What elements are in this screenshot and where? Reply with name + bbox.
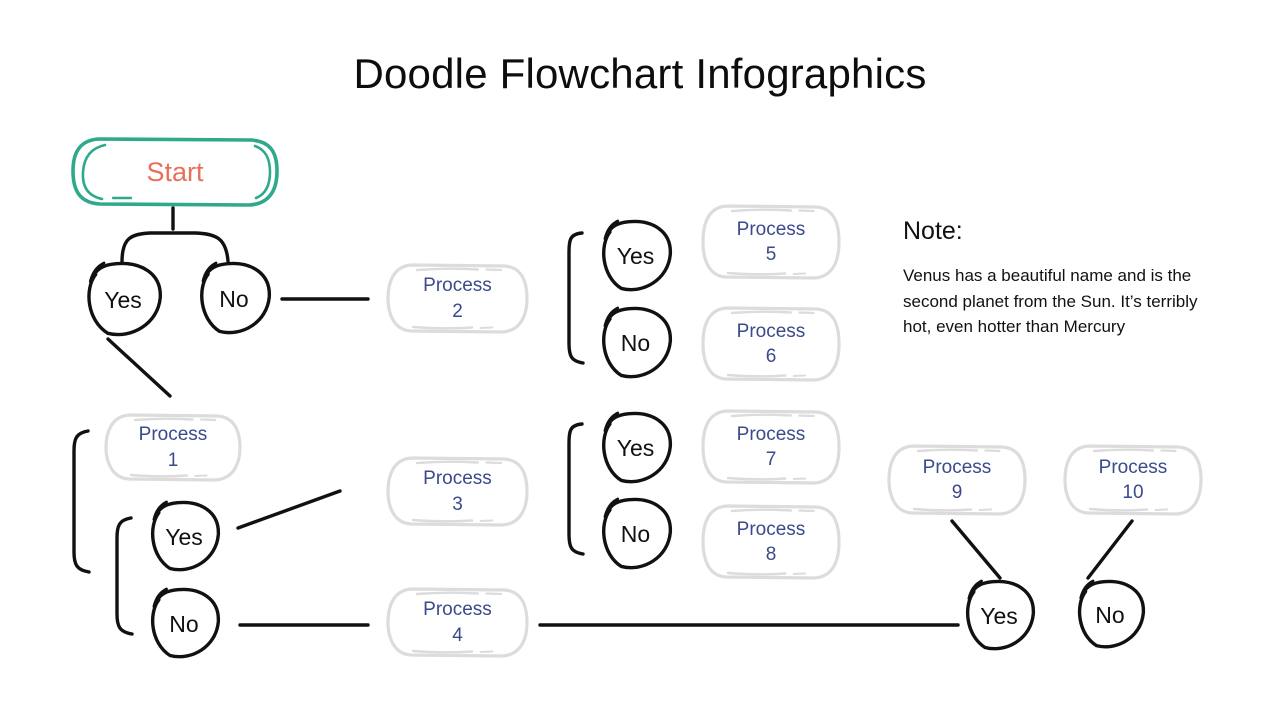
decision-node-d-p78-yes[interactable]: Yes	[597, 410, 674, 487]
decision-node-d-p78-no[interactable]: No	[597, 496, 674, 573]
bracket-p78	[567, 422, 585, 556]
process-label: Process 10	[1098, 456, 1168, 503]
decision-node-d-top-yes[interactable]: Yes	[82, 260, 164, 340]
decision-node-d-top-no[interactable]: No	[195, 260, 273, 338]
decision-label: No	[1095, 601, 1125, 628]
connector-midyes-to-p3	[236, 489, 342, 530]
flowchart-canvas: Doodle Flowchart Infographics Start Note…	[0, 0, 1280, 720]
note-body: Venus has a beautiful name and is the se…	[903, 266, 1198, 336]
start-label: Start	[146, 156, 204, 187]
decision-node-d-p56-yes[interactable]: Yes	[597, 218, 674, 295]
decision-label: No	[219, 285, 249, 312]
process-label: Process 3	[423, 468, 492, 515]
process-label: Process 4	[423, 599, 492, 646]
decision-label: Yes	[980, 602, 1018, 629]
connector-p10-to-botno	[1086, 519, 1134, 580]
note-heading: Note:	[903, 217, 963, 245]
decision-label: No	[169, 610, 199, 637]
process-node-p4[interactable]: Process 4	[385, 586, 530, 659]
decision-node-d-mid-yes[interactable]: Yes	[146, 499, 222, 575]
process-node-p3[interactable]: Process 3	[385, 455, 530, 528]
decision-label: Yes	[616, 435, 655, 461]
process-label: Process 2	[423, 275, 492, 322]
process-node-p8[interactable]: Process 8	[700, 503, 842, 581]
connector-top-split	[120, 231, 230, 264]
process-label: Process 1	[138, 424, 208, 471]
decision-label: No	[620, 521, 651, 547]
process-node-p6[interactable]: Process 6	[700, 305, 842, 383]
process-label: Process 5	[736, 218, 806, 265]
decision-node-d-bot-yes[interactable]: Yes	[961, 578, 1037, 654]
process-label: Process 9	[922, 456, 992, 503]
page-title: Doodle Flowchart Infographics	[353, 50, 927, 97]
connector-p9-to-botyes	[950, 519, 1002, 580]
process-label: Process 8	[736, 518, 806, 565]
process-label: Process 6	[736, 320, 806, 367]
process-label: Process 7	[736, 423, 806, 470]
process-node-p2[interactable]: Process 2	[385, 262, 530, 335]
process-node-p9[interactable]: Process 9	[886, 443, 1028, 517]
bracket-outer-left	[72, 429, 91, 574]
process-node-p10[interactable]: Process 10	[1062, 443, 1204, 517]
connector-topyes-to-p1	[106, 337, 172, 398]
start-node[interactable]: Start	[69, 135, 281, 209]
bracket-p56	[567, 231, 585, 365]
decision-label: No	[620, 330, 651, 356]
process-node-p7[interactable]: Process 7	[700, 408, 842, 486]
decision-node-d-bot-no[interactable]: No	[1073, 578, 1147, 652]
process-node-p1[interactable]: Process 1	[103, 412, 243, 483]
decision-node-d-p56-no[interactable]: No	[597, 305, 674, 382]
decision-label: Yes	[616, 243, 655, 269]
process-node-p5[interactable]: Process 5	[700, 203, 842, 281]
decision-label: Yes	[104, 286, 142, 313]
decision-node-d-mid-no[interactable]: No	[146, 586, 222, 662]
decision-label: Yes	[165, 523, 203, 550]
bracket-inner-left	[115, 516, 134, 636]
